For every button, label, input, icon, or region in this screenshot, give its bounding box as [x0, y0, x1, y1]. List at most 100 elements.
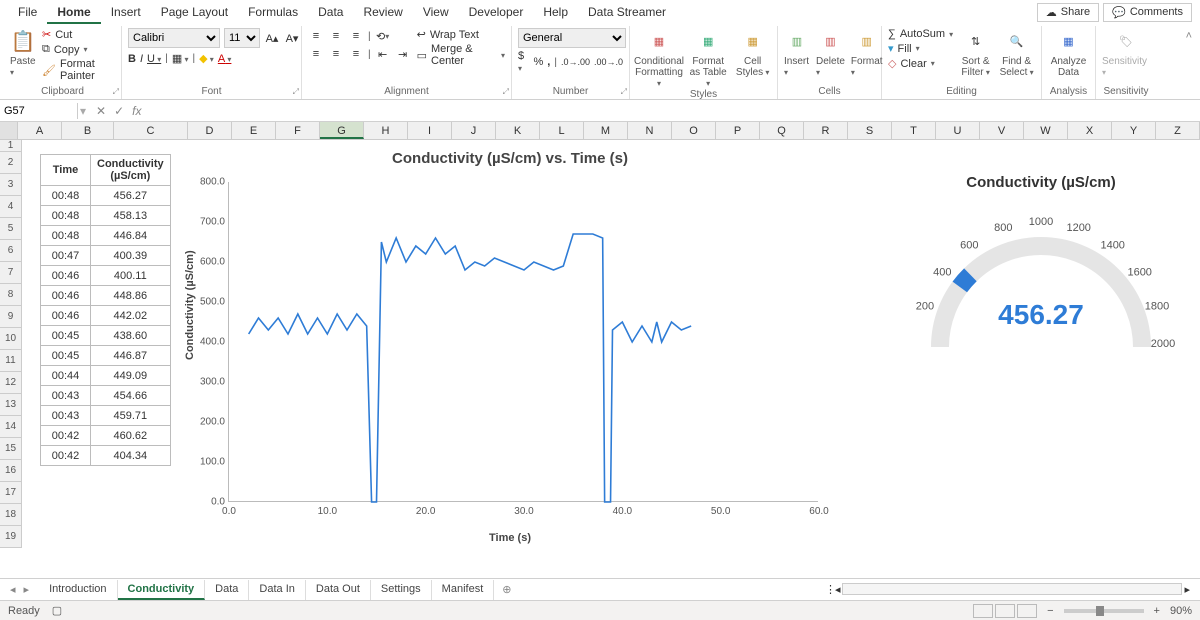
row-header-3[interactable]: 3: [0, 174, 22, 196]
zoom-in-button[interactable]: +: [1154, 605, 1160, 617]
cell-time[interactable]: 00:45: [41, 326, 91, 346]
column-header-S[interactable]: S: [848, 122, 892, 139]
column-header-F[interactable]: F: [276, 122, 320, 139]
share-button[interactable]: ☁Share: [1037, 3, 1099, 22]
column-header-Z[interactable]: Z: [1156, 122, 1200, 139]
format-painter-button[interactable]: 🖌Format Painter: [42, 58, 115, 82]
cell-time[interactable]: 00:46: [41, 266, 91, 286]
column-header-A[interactable]: A: [18, 122, 62, 139]
menu-tab-data[interactable]: Data: [308, 2, 353, 22]
cell-time[interactable]: 00:42: [41, 446, 91, 466]
row-header-4[interactable]: 4: [0, 196, 22, 218]
delete-cells-button[interactable]: Delete: [816, 56, 845, 78]
normal-view-button[interactable]: [973, 604, 993, 618]
column-header-K[interactable]: K: [496, 122, 540, 139]
align-center-icon[interactable]: ≡: [328, 46, 344, 62]
column-header-Y[interactable]: Y: [1112, 122, 1156, 139]
horizontal-scrollbar[interactable]: [842, 583, 1182, 595]
table-row[interactable]: 00:46442.02: [41, 306, 171, 326]
format-cells-button[interactable]: Format: [851, 56, 883, 78]
sheet-tab-data-out[interactable]: Data Out: [306, 580, 371, 600]
font-color-button[interactable]: A: [218, 53, 232, 65]
name-box[interactable]: [0, 103, 78, 119]
paste-icon[interactable]: 📋: [10, 28, 36, 54]
comma-format-button[interactable]: ,: [547, 56, 550, 68]
cell-conductivity[interactable]: 400.11: [91, 266, 171, 286]
table-row[interactable]: 00:44449.09: [41, 366, 171, 386]
column-header-V[interactable]: V: [980, 122, 1024, 139]
row-header-18[interactable]: 18: [0, 504, 22, 526]
insert-cells-button[interactable]: Insert: [784, 56, 810, 78]
column-header-D[interactable]: D: [188, 122, 232, 139]
fill-color-button[interactable]: ◆: [199, 52, 214, 65]
table-row[interactable]: 00:47400.39: [41, 246, 171, 266]
menu-tab-help[interactable]: Help: [533, 2, 578, 22]
row-header-7[interactable]: 7: [0, 262, 22, 284]
row-header-5[interactable]: 5: [0, 218, 22, 240]
table-row[interactable]: 00:42460.62: [41, 426, 171, 446]
row-header-15[interactable]: 15: [0, 438, 22, 460]
menu-tab-formulas[interactable]: Formulas: [238, 2, 308, 22]
cell-time[interactable]: 00:46: [41, 286, 91, 306]
find-select-icon[interactable]: 🔍: [1004, 28, 1030, 54]
orientation-icon[interactable]: ⟲: [375, 28, 391, 44]
row-header-1[interactable]: 1: [0, 140, 22, 152]
analyze-data-button[interactable]: Analyze Data: [1048, 56, 1089, 78]
menu-tab-developer[interactable]: Developer: [459, 2, 534, 22]
column-header-T[interactable]: T: [892, 122, 936, 139]
accounting-format-button[interactable]: $: [518, 50, 529, 74]
fx-icon[interactable]: fx: [132, 104, 141, 118]
merge-center-button[interactable]: ▭Merge & Center: [417, 43, 505, 67]
sheet-nav-next[interactable]: ▸: [24, 583, 30, 596]
cancel-formula-icon[interactable]: ✕: [96, 104, 106, 118]
table-row[interactable]: 00:45438.60: [41, 326, 171, 346]
cell-time[interactable]: 00:42: [41, 426, 91, 446]
column-header-P[interactable]: P: [716, 122, 760, 139]
sheet-tab-data[interactable]: Data: [205, 580, 249, 600]
sheet-tab-data-in[interactable]: Data In: [249, 580, 305, 600]
cell-time[interactable]: 00:43: [41, 386, 91, 406]
column-header-B[interactable]: B: [62, 122, 114, 139]
bold-button[interactable]: B: [128, 53, 136, 65]
cell-conductivity[interactable]: 448.86: [91, 286, 171, 306]
menu-tab-page-layout[interactable]: Page Layout: [151, 2, 238, 22]
column-header-M[interactable]: M: [584, 122, 628, 139]
zoom-slider[interactable]: [1064, 609, 1144, 613]
row-header-13[interactable]: 13: [0, 394, 22, 416]
paste-button[interactable]: Paste: [10, 56, 36, 78]
column-header-R[interactable]: R: [804, 122, 848, 139]
menu-tab-data-streamer[interactable]: Data Streamer: [578, 2, 676, 22]
italic-button[interactable]: I: [140, 53, 143, 65]
cell-styles-icon[interactable]: ▦: [740, 28, 766, 54]
wrap-text-button[interactable]: ↩Wrap Text: [417, 28, 505, 41]
cell-time[interactable]: 00:43: [41, 406, 91, 426]
menu-tab-review[interactable]: Review: [353, 2, 412, 22]
zoom-out-button[interactable]: −: [1047, 605, 1053, 617]
cell-conductivity[interactable]: 449.09: [91, 366, 171, 386]
row-header-9[interactable]: 9: [0, 306, 22, 328]
menu-tab-home[interactable]: Home: [47, 2, 100, 24]
cell-conductivity[interactable]: 446.84: [91, 226, 171, 246]
column-header-I[interactable]: I: [408, 122, 452, 139]
increase-font-icon[interactable]: A▴: [264, 30, 280, 46]
row-header-6[interactable]: 6: [0, 240, 22, 262]
select-all-button[interactable]: [0, 122, 18, 139]
find-select-button[interactable]: Find & Select: [998, 56, 1035, 78]
table-row[interactable]: 00:46400.11: [41, 266, 171, 286]
row-header-8[interactable]: 8: [0, 284, 22, 306]
cut-button[interactable]: ✂Cut: [42, 28, 115, 41]
percent-format-button[interactable]: %: [533, 56, 543, 68]
row-header-11[interactable]: 11: [0, 350, 22, 372]
number-format-select[interactable]: General: [518, 28, 626, 48]
table-row[interactable]: 00:42404.34: [41, 446, 171, 466]
column-header-X[interactable]: X: [1068, 122, 1112, 139]
align-left-icon[interactable]: ≡: [308, 46, 324, 62]
horizontal-scroll-left[interactable]: ◂: [835, 583, 841, 596]
column-header-O[interactable]: O: [672, 122, 716, 139]
decrease-decimal-button[interactable]: .00→.0: [594, 57, 623, 67]
row-header-19[interactable]: 19: [0, 526, 22, 548]
cell-conductivity[interactable]: 442.02: [91, 306, 171, 326]
page-layout-view-button[interactable]: [995, 604, 1015, 618]
column-header-W[interactable]: W: [1024, 122, 1068, 139]
table-row[interactable]: 00:43459.71: [41, 406, 171, 426]
